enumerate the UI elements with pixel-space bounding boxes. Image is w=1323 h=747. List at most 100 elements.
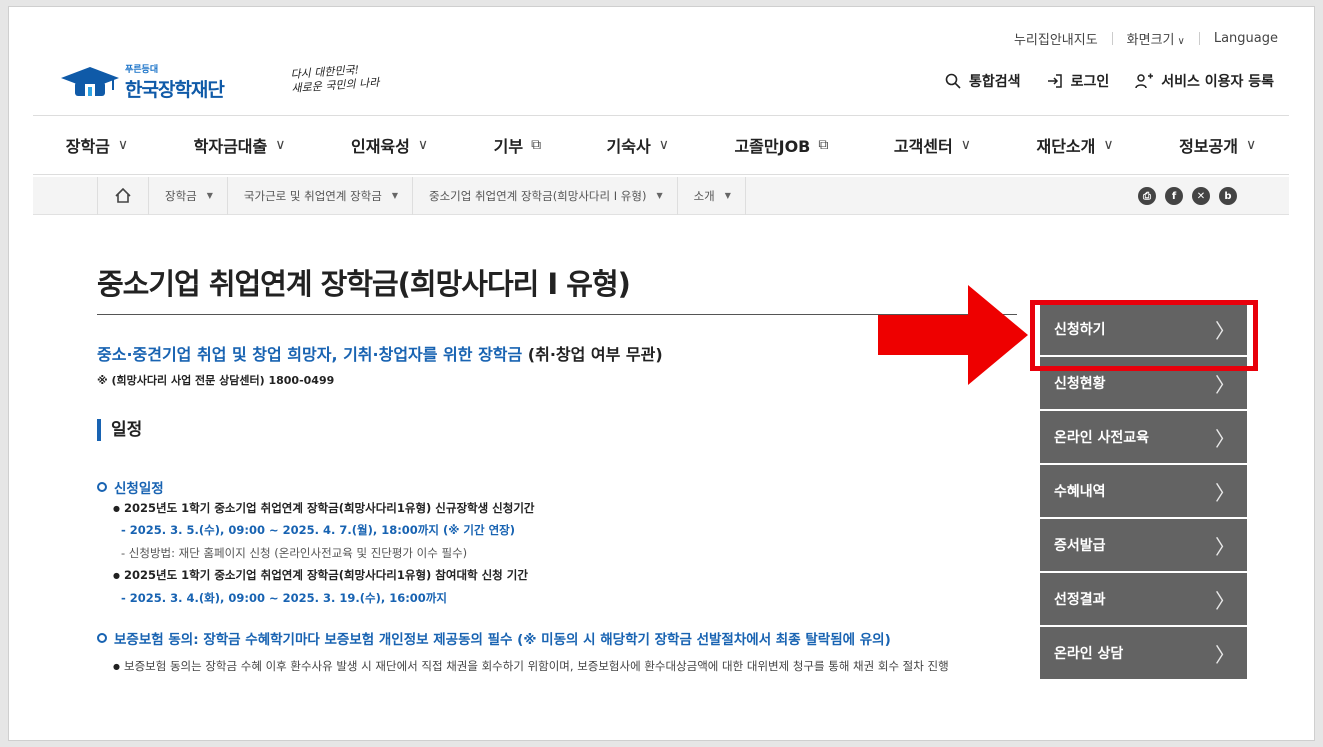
sitemap-link[interactable]: 누리집안내지도 <box>1014 29 1098 48</box>
side-menu-certificate[interactable]: 증서발급 〉 <box>1040 519 1247 571</box>
nav-dormitory[interactable]: 기숙사 ∨ <box>607 133 669 157</box>
login-button[interactable]: 로그인 <box>1047 71 1110 91</box>
chevron-right-icon: 〉 <box>1215 426 1235 451</box>
home-icon <box>115 188 131 203</box>
nav-disclosure[interactable]: 정보공개 ∨ <box>1179 133 1256 157</box>
nav-label: 정보공개 <box>1179 137 1238 156</box>
page-title: 중소기업 취업연계 장학금(희망사다리 I 유형) <box>97 267 631 301</box>
nav-about[interactable]: 재단소개 ∨ <box>1036 133 1113 157</box>
register-button[interactable]: 서비스 이용자 등록 <box>1135 71 1274 91</box>
caret-down-icon: ▼ <box>656 191 663 200</box>
divider <box>1198 32 1200 45</box>
x-icon[interactable]: ✕ <box>1192 187 1210 205</box>
lead-blue: 중소·중견기업 취업 및 창업 희망자, 기취·창업자를 위한 장학금 <box>97 345 523 364</box>
logo-name: 한국장학재단 <box>125 79 225 101</box>
utility-bar: 누리집안내지도 화면크기 ∨ Language <box>1014 29 1278 48</box>
subheading-label: 신청일정 <box>114 481 164 497</box>
subheading-label: 보증보험 동의: 장학금 수혜학기마다 보증보험 개인정보 제공동의 필수 (※… <box>114 632 891 648</box>
list-text: 보증보험 동의는 장학금 수혜 이후 환수사유 발생 시 재단에서 직접 채권을… <box>123 659 949 673</box>
red-arrow-icon <box>878 285 1028 385</box>
nav-label: 고졸만JOB <box>734 137 811 156</box>
nav-label: 고객센터 <box>893 137 953 156</box>
nav-label: 재단소개 <box>1036 137 1096 156</box>
subheading-schedule: 신청일정 <box>97 477 164 497</box>
circle-bullet-icon <box>97 482 107 492</box>
breadcrumb-item[interactable]: 소개 ▼ <box>678 176 746 215</box>
language-link[interactable]: Language <box>1214 31 1278 46</box>
side-menu-education[interactable]: 온라인 사전교육 〉 <box>1040 411 1247 463</box>
list-detail: - 신청방법: 재단 홈페이지 신청 (온라인사전교육 및 진단평가 이수 필수… <box>121 546 468 560</box>
slogan: 다시 대한민국! 새로운 국민의 나라 <box>290 62 380 96</box>
chevron-down-icon: ∨ <box>1177 36 1185 47</box>
nav-scholarship[interactable]: 장학금 ∨ <box>66 133 128 157</box>
blog-icon[interactable]: b <box>1219 187 1237 205</box>
side-menu-result[interactable]: 선정결과 〉 <box>1040 573 1247 625</box>
zoom-label: 화면크기 <box>1126 33 1175 48</box>
breadcrumb-item[interactable]: 중소기업 취업연계 장학금(희망사다리 I 유형) ▼ <box>413 176 678 215</box>
list-item: 2025년도 1학기 중소기업 취업연계 장학금(희망사다리1유형) 신규장학생… <box>113 500 535 516</box>
caret-down-icon: ▼ <box>206 191 213 200</box>
login-icon <box>1047 74 1062 88</box>
nav-job[interactable]: 고졸만JOB ⧉ <box>734 133 828 157</box>
facebook-icon[interactable]: f <box>1165 187 1183 205</box>
breadcrumb-label: 장학금 <box>165 188 197 203</box>
site-logo[interactable]: 푸른등대 한국장학재단 <box>61 62 225 102</box>
print-icon[interactable]: ⎙ <box>1138 187 1156 205</box>
contact-note: ※ (희망사다리 사업 전문 상담센터) 1800-0499 <box>97 374 335 387</box>
home-button[interactable] <box>97 176 149 215</box>
graduation-cap-icon <box>61 64 119 100</box>
breadcrumb-item[interactable]: 국가근로 및 취업연계 장학금 ▼ <box>228 176 413 215</box>
nav-customer[interactable]: 고객센터 ∨ <box>894 133 971 157</box>
search-icon <box>945 73 961 89</box>
highlight-box <box>1030 300 1258 371</box>
add-user-icon <box>1135 73 1154 89</box>
register-label: 서비스 이용자 등록 <box>1161 74 1274 90</box>
chevron-down-icon: ∨ <box>658 137 669 153</box>
side-menu-label: 온라인 상담 <box>1054 646 1124 662</box>
circle-bullet-icon <box>97 633 107 643</box>
chevron-down-icon: ∨ <box>417 137 429 153</box>
divider <box>1111 32 1113 45</box>
logo-tagline: 푸른등대 <box>125 65 159 75</box>
side-menu-consult[interactable]: 온라인 상담 〉 <box>1040 627 1247 679</box>
side-menu-label: 증서발급 <box>1054 538 1106 554</box>
breadcrumb-label: 중소기업 취업연계 장학금(희망사다리 I 유형) <box>429 188 647 203</box>
chevron-down-icon: ∨ <box>117 137 129 153</box>
chevron-down-icon: ∨ <box>1103 137 1114 153</box>
list-detail: - 2025. 3. 5.(수), 09:00 ~ 2025. 4. 7.(월)… <box>121 523 515 537</box>
list-item: 보증보험 동의는 장학금 수혜 이후 환수사유 발생 시 재단에서 직접 채권을… <box>113 655 1013 678</box>
side-menu-history[interactable]: 수혜내역 〉 <box>1040 465 1247 517</box>
browser-page: 누리집안내지도 화면크기 ∨ Language 푸른등대 한국장학재단 다시 대한… <box>8 6 1315 741</box>
list-item: 2025년도 1학기 중소기업 취업연계 장학금(희망사다리1유형) 참여대학 … <box>113 567 528 583</box>
login-label: 로그인 <box>1070 74 1110 90</box>
breadcrumb-item[interactable]: 장학금 ▼ <box>149 176 228 215</box>
user-actions: 통합검색 로그인 서비스 이용자 등록 <box>919 71 1274 91</box>
lead-black: (취·창업 여부 무관) <box>522 345 663 364</box>
chevron-right-icon: 〉 <box>1215 588 1235 613</box>
nav-loan[interactable]: 학자금대출 ∨ <box>194 133 286 157</box>
search-label: 통합검색 <box>969 74 1021 90</box>
nav-talent[interactable]: 인재육성 ∨ <box>351 133 428 157</box>
nav-donation[interactable]: 기부 ⧉ <box>494 133 541 157</box>
caret-down-icon: ▼ <box>724 191 731 200</box>
breadcrumb: 장학금 ▼ 국가근로 및 취업연계 장학금 ▼ 중소기업 취업연계 장학금(희망사다… <box>33 176 1289 215</box>
subheading-insurance: 보증보험 동의: 장학금 수혜학기마다 보증보험 개인정보 제공동의 필수 (※… <box>97 628 891 648</box>
search-button[interactable]: 통합검색 <box>945 71 1021 91</box>
side-menu-label: 수혜내역 <box>1054 484 1106 500</box>
zoom-dropdown[interactable]: 화면크기 ∨ <box>1127 29 1185 48</box>
chevron-right-icon: 〉 <box>1215 480 1235 505</box>
side-menu-label: 신청현황 <box>1054 376 1106 392</box>
external-link-icon: ⧉ <box>531 137 542 153</box>
breadcrumb-label: 소개 <box>693 188 715 203</box>
nav-label: 인재육성 <box>350 137 410 156</box>
chevron-right-icon: 〉 <box>1215 642 1235 667</box>
chevron-right-icon: 〉 <box>1215 534 1235 559</box>
side-menu-label: 선정결과 <box>1054 592 1106 608</box>
chevron-down-icon: ∨ <box>960 137 971 153</box>
side-menu-label: 온라인 사전교육 <box>1054 430 1150 446</box>
section-heading: 일정 <box>97 419 142 441</box>
list-detail: - 2025. 3. 4.(화), 09:00 ~ 2025. 3. 19.(수… <box>121 591 447 605</box>
nav-label: 장학금 <box>65 137 110 156</box>
chevron-down-icon: ∨ <box>275 137 286 153</box>
chevron-down-icon: ∨ <box>1246 137 1257 153</box>
